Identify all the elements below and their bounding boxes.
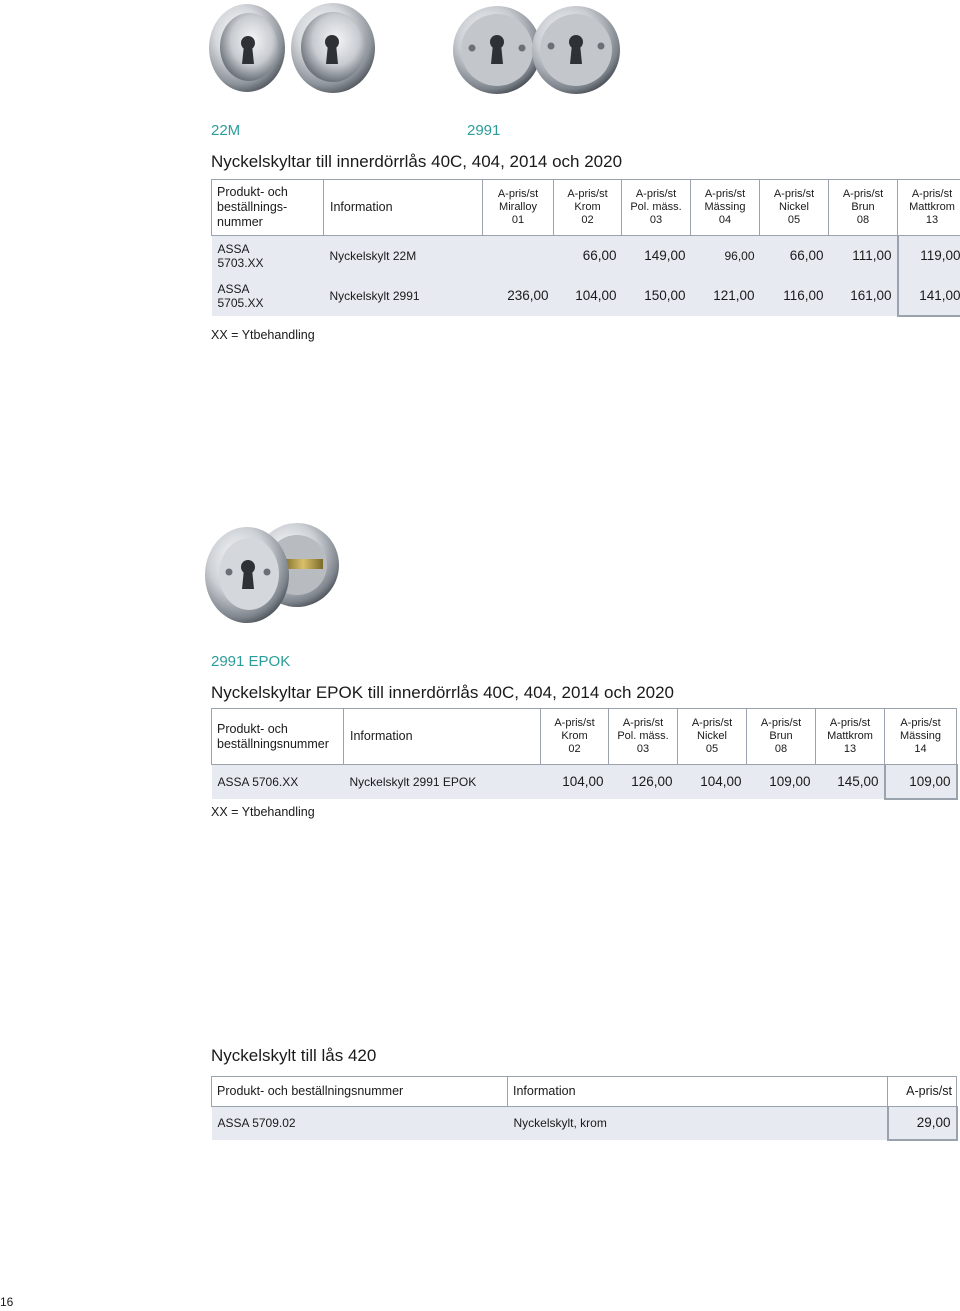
column-header-info: Information (343, 708, 541, 765)
price-cell: 96,00 (690, 235, 760, 276)
column-header-price-05: A-pris/st Nickel 05 (759, 179, 829, 236)
price-cell: 161,00 (828, 275, 898, 316)
info-cell: Nyckelskylt 2991 EPOK (343, 764, 541, 799)
page-number: 16 (0, 1295, 14, 1309)
column-header-product: Produkt- och beställningsnummer (211, 1076, 508, 1107)
price-table: Produkt- och beställningsnummer Informat… (211, 1076, 958, 1141)
surface-treatment-note: XX = Ytbehandling (211, 805, 315, 819)
price-cell: 29,00 (886, 1106, 958, 1141)
price-cell: 104,00 (540, 764, 609, 799)
price-cell: 149,00 (621, 235, 691, 276)
table-row: ASSA 5706.XX Nyckelskylt 2991 EPOK 104,0… (211, 764, 958, 800)
price-cell: 236,00 (482, 275, 554, 316)
price-table: Produkt- och beställnings-nummer Informa… (211, 179, 960, 317)
column-header-product: Produkt- och beställningsnummer (211, 708, 344, 765)
column-header-product: Produkt- och beställnings-nummer (211, 179, 324, 236)
column-header-price-01: A-pris/st Miralloy 01 (482, 179, 554, 236)
price-cell: 104,00 (553, 275, 622, 316)
info-cell: Nyckelskylt 2991 (323, 275, 483, 316)
column-header-price-03: A-pris/st Pol. mäss. 03 (608, 708, 678, 765)
price-cell: 141,00 (896, 275, 960, 317)
table-row: ASSA 5705.XX Nyckelskylt 2991 236,00 104,… (211, 275, 960, 317)
keyhole-escutcheon-epok-image (205, 523, 339, 623)
price-cell: 121,00 (690, 275, 760, 316)
column-header-price-05: A-pris/st Nickel 05 (677, 708, 747, 765)
order-number-cell: ASSA 5706.XX (211, 764, 344, 799)
table-row: ASSA 5709.02 Nyckelskylt, krom 29,00 (211, 1106, 958, 1141)
column-header-price-08: A-pris/st Brun 08 (828, 179, 898, 236)
order-number-cell: ASSA 5703.XX (211, 235, 324, 276)
column-header-price-04: A-pris/st Mässing 04 (690, 179, 760, 236)
column-header-price-14: A-pris/st Mässing 14 (884, 708, 957, 765)
price-cell: 150,00 (621, 275, 691, 316)
table-row: ASSA 5703.XX Nyckelskylt 22M 66,00 149,00… (211, 235, 960, 276)
column-header-price-02: A-pris/st Krom 02 (553, 179, 622, 236)
column-header-price-08: A-pris/st Brun 08 (746, 708, 816, 765)
price-cell: 119,00 (896, 235, 960, 276)
column-header-info: Information (323, 179, 483, 236)
price-cell: 66,00 (553, 235, 622, 276)
product-code-2991-epok: 2991 EPOK (211, 653, 291, 670)
price-cell: 109,00 (883, 764, 958, 800)
keyhole-escutcheon-2991-image (453, 6, 620, 94)
keyhole-escutcheon-22m-image (209, 3, 375, 93)
section-title: Nyckelskyltar till innerdörrlås 40C, 404… (211, 152, 623, 171)
column-header-price-03: A-pris/st Pol. mäss. 03 (621, 179, 691, 236)
section-title: Nyckelskylt till lås 420 (211, 1046, 377, 1065)
price-cell: 111,00 (828, 235, 898, 276)
price-cell (482, 235, 554, 276)
order-number-cell: ASSA 5705.XX (211, 275, 324, 316)
price-cell: 109,00 (746, 764, 816, 799)
price-table: Produkt- och beställningsnummer Informat… (211, 708, 958, 800)
product-code-22m: 22M (211, 122, 241, 139)
surface-treatment-note: XX = Ytbehandling (211, 328, 315, 342)
column-header-price-02: A-pris/st Krom 02 (540, 708, 609, 765)
info-cell: Nyckelskylt, krom (507, 1106, 888, 1140)
column-header-price-13: A-pris/st Mattkrom 13 (815, 708, 885, 765)
product-code-2991: 2991 (467, 122, 501, 139)
price-cell: 104,00 (677, 764, 747, 799)
price-cell: 116,00 (759, 275, 829, 316)
price-cell: 66,00 (759, 235, 829, 276)
column-header-price: A-pris/st (887, 1076, 957, 1107)
price-cell: 145,00 (815, 764, 885, 799)
price-cell: 126,00 (608, 764, 678, 799)
info-cell: Nyckelskylt 22M (323, 235, 483, 276)
column-header-info: Information (507, 1076, 888, 1107)
section-title: Nyckelskyltar EPOK till innerdörrlås 40C… (211, 683, 675, 702)
column-header-price-13: A-pris/st Mattkrom 13 (897, 179, 960, 236)
order-number-cell: ASSA 5709.02 (211, 1106, 508, 1140)
